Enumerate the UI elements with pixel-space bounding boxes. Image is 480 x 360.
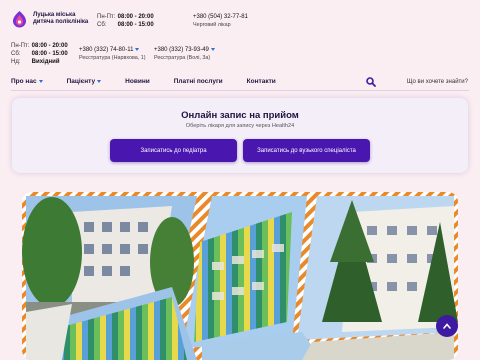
nav-item-about[interactable]: Про нас [11,78,43,85]
nav-label[interactable]: Пацієнту [67,78,96,85]
nav-item-news[interactable]: Новини [125,78,150,85]
hours-value: Вихідний [31,59,60,65]
search-icon[interactable] [366,77,376,87]
logo-line1: Луцька міська [33,12,76,18]
nav-divider [11,90,469,91]
phone-registry-2[interactable]: +380 (332) 73-93-49 Реєстратура (Волі, 3… [154,46,215,62]
chevron-down-icon[interactable] [135,47,140,51]
nav-label[interactable]: Новини [125,78,150,85]
working-hours-top: Пн-Пт: 08:00 - 20:00 Сб: 08:00 - 15:00 [97,13,154,29]
nav-label[interactable]: Контакти [247,78,276,85]
specialist-button[interactable]: Записатись до вузького спеціаліста [243,139,370,162]
hours-label: Сб: [11,51,21,57]
search-input[interactable]: Що ви хочете знайти? [407,79,468,85]
phone-number[interactable]: +380 (332) 73-93-49 [154,47,209,53]
scroll-to-top-button[interactable] [436,315,458,337]
nav-label[interactable]: Платні послуги [174,78,223,85]
logo-text: Луцька міська дитяча поліклініка [33,12,93,26]
logo-line2: дитяча поліклініка [33,19,89,25]
chevron-down-icon[interactable] [210,47,215,51]
pediatrician-button[interactable]: Записатись до педіатра [110,139,237,162]
main-nav: Про нас Пацієнту Новини Платні послуги К… [11,78,300,85]
phone-caption: Реєстратура (Волі, 3а) [154,55,211,61]
logo-icon [13,11,26,28]
phone-registry-1[interactable]: +380 (332) 74-80-11 Реєстратура (Нарвхов… [79,46,146,62]
phone-number[interactable]: +380 (332) 74-80-11 [79,47,133,53]
hours-value: 08:00 - 20:00 [31,43,68,49]
clinic-photo-collage [22,192,458,360]
phone-number[interactable]: +380 (504) 32-77-81 [193,13,248,21]
clinic-building-photo [22,192,458,360]
site-logo[interactable]: Луцька міська дитяча поліклініка [11,10,93,28]
hours-label: Сб: [97,22,107,28]
hours-value: 08:00 - 15:00 [117,22,154,28]
appointment-title: Онлайн запис на прийом [181,110,299,121]
phone-caption: Реєстратура (Нарвхова, 1) [79,55,146,61]
nav-item-contacts[interactable]: Контакти [247,78,276,85]
hours-value: 08:00 - 20:00 [117,14,154,20]
phone-caption: Черговий лікар [193,22,231,28]
appointment-subtitle: Оберіть лікаря для запису через Health24 [185,123,295,129]
arrow-up-icon [443,323,451,329]
nav-label[interactable]: Про нас [11,78,37,85]
chevron-down-icon[interactable] [97,80,102,83]
chevron-down-icon[interactable] [38,80,43,83]
working-hours-second: Пн-Пт: 08:00 - 20:00 Сб: 08:00 - 15:00 Н… [11,42,68,66]
nav-item-patient[interactable]: Пацієнту [67,78,102,85]
hours-label: Нд: [11,59,21,65]
hours-label: Пн-Пт: [11,43,30,49]
phone-duty-doctor[interactable]: +380 (504) 32-77-81 Черговий лікар [193,13,248,29]
nav-item-paid-services[interactable]: Платні послуги [174,78,223,85]
hours-value: 08:00 - 15:00 [31,51,68,57]
hours-label: Пн-Пт: [97,14,116,20]
